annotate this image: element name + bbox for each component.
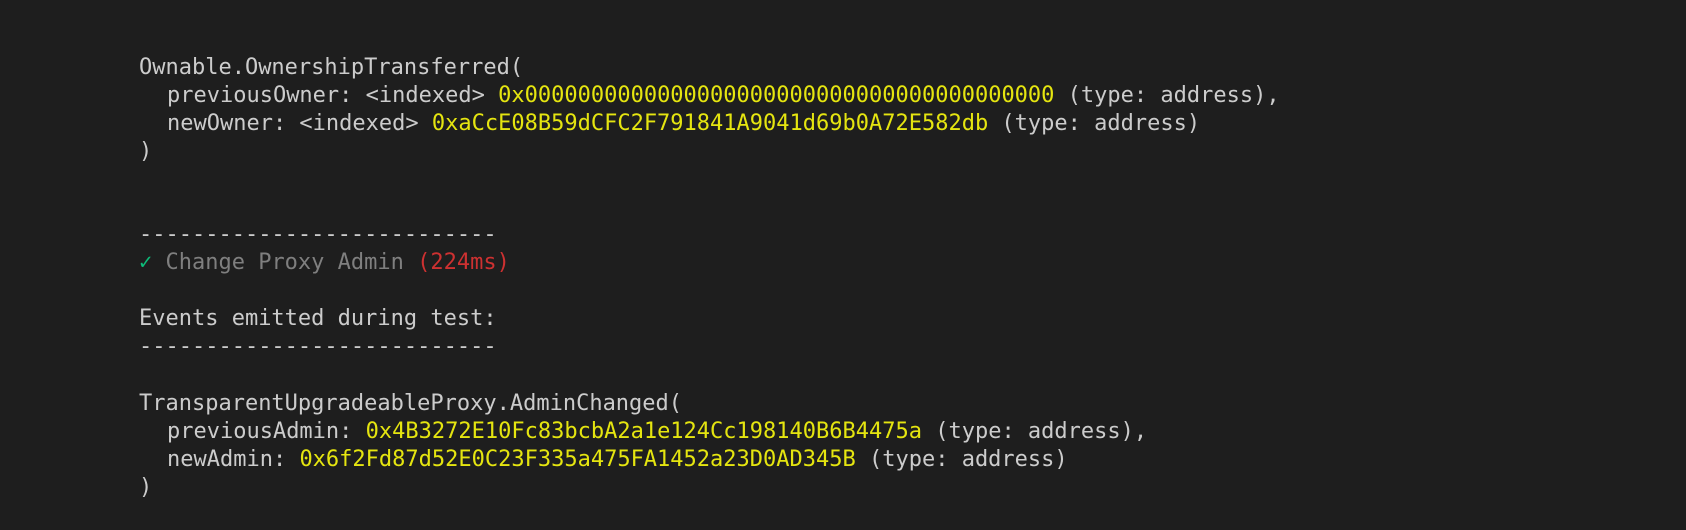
terminal-output: Ownable.OwnershipTransferred( previousOw…	[0, 0, 1686, 500]
previous-owner-line: previousOwner: <indexed> 0x0000000000000…	[86, 54, 1280, 108]
new-owner-line: newOwner: <indexed> 0xaCcE08B59dCFC2F791…	[86, 82, 1200, 136]
new-admin-line: newAdmin: 0x6f2Fd87d52E0C23F335a475FA145…	[86, 418, 1068, 472]
admin-event-close: )	[138, 475, 153, 500]
new-admin-label: newAdmin:	[166, 447, 300, 472]
separator-top: ---------------------------	[138, 222, 497, 247]
separator-bottom: ---------------------------	[138, 334, 497, 359]
new-admin-address: 0x6f2Fd87d52E0C23F335a475FA1452a23D0AD34…	[299, 447, 856, 472]
test-result-line: ✓ Change Proxy Admin (224ms)	[86, 221, 510, 275]
events-heading: Events emitted during test:	[138, 306, 497, 331]
ownership-event-close: )	[138, 139, 153, 164]
new-owner-label: newOwner: <indexed>	[166, 111, 432, 136]
ownership-event-header: Ownable.OwnershipTransferred(	[138, 55, 524, 80]
admin-event-header: TransparentUpgradeableProxy.AdminChanged…	[138, 391, 683, 416]
new-owner-type: (type: address)	[988, 111, 1201, 136]
new-owner-address: 0xaCcE08B59dCFC2F791841A9041d69b0A72E582…	[431, 111, 989, 136]
test-title: Change Proxy Admin	[152, 250, 418, 275]
test-duration: (224ms)	[417, 250, 510, 275]
previous-admin-line: previousAdmin: 0x4B3272E10Fc83bcbA2a1e12…	[86, 390, 1147, 444]
new-admin-type: (type: address)	[855, 447, 1068, 472]
check-icon: ✓	[138, 250, 153, 275]
